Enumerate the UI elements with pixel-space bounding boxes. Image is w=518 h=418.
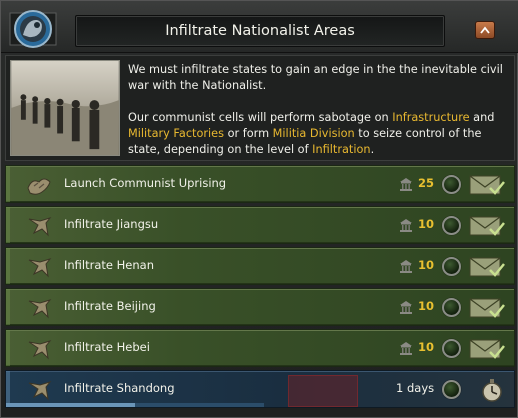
decision-label: Infiltrate Beijing [64, 299, 156, 313]
decision-label: Infiltrate Hebei [64, 340, 150, 354]
soldiers-photo [10, 60, 120, 156]
status-indicator [442, 298, 461, 317]
category-description: We must infiltrate states to gain an edg… [5, 55, 515, 161]
status-indicator [442, 380, 461, 399]
decision-row[interactable]: Infiltrate Jiangsu 10 [5, 206, 515, 244]
infrastructure-term: Infrastructure [392, 111, 470, 124]
stopwatch-icon[interactable] [468, 377, 506, 403]
decision-cost: 10 [418, 340, 435, 354]
infiltrate-icon [28, 217, 52, 237]
decision-row[interactable]: Launch Communist Uprising 25 [5, 165, 515, 203]
red-banner-overlay [288, 375, 358, 407]
political-power-icon [400, 219, 412, 232]
panel-title: Infiltrate Nationalist Areas [75, 15, 445, 47]
status-indicator [442, 257, 461, 276]
uprising-icon [27, 178, 51, 195]
panel-header: Infiltrate Nationalist Areas [1, 1, 518, 53]
decision-category-panel: Infiltrate Nationalist Areas We must inf… [0, 0, 518, 418]
political-power-icon [400, 260, 412, 273]
military-factories-term: Military Factories [128, 127, 224, 140]
envelope-check-icon[interactable] [468, 295, 506, 321]
status-indicator [442, 339, 461, 358]
decision-label: Infiltrate Jiangsu [64, 217, 159, 231]
chevron-up-icon [480, 26, 490, 34]
militia-division-term: Militia Division [272, 127, 355, 140]
decision-cost: 10 [418, 299, 435, 313]
envelope-check-icon[interactable] [468, 172, 506, 198]
envelope-check-icon[interactable] [468, 254, 506, 280]
progress-fill [6, 403, 135, 407]
infiltrate-icon [28, 340, 52, 360]
political-power-icon [400, 342, 412, 355]
progress-bar [6, 403, 264, 407]
decision-cost: 10 [418, 258, 435, 272]
status-indicator [442, 175, 461, 194]
infiltrate-icon [28, 381, 52, 401]
decision-label: Infiltrate Shandong [64, 381, 175, 395]
party-emblem-icon [7, 5, 59, 51]
decision-label: Infiltrate Henan [64, 258, 154, 272]
political-power-icon [400, 178, 412, 191]
description-intro: We must infiltrate states to gain an edg… [128, 63, 503, 92]
infiltrate-icon [28, 299, 52, 319]
decision-row[interactable]: Infiltrate Beijing 10 [5, 288, 515, 326]
envelope-check-icon[interactable] [468, 213, 506, 239]
political-power-icon [400, 301, 412, 314]
envelope-check-icon[interactable] [468, 336, 506, 362]
collapse-button[interactable] [475, 21, 495, 39]
active-decision-row[interactable]: Infiltrate Shandong 1 days [5, 370, 515, 408]
infiltrate-icon [28, 258, 52, 278]
decision-label: Launch Communist Uprising [64, 176, 227, 190]
decision-row[interactable]: Infiltrate Hebei 10 [5, 329, 515, 367]
description-details: Our communist cells will perform sabotag… [128, 111, 495, 156]
infiltration-term: Infiltration [312, 143, 371, 156]
decision-cost: 25 [418, 176, 435, 190]
status-indicator [442, 216, 461, 235]
description-text: We must infiltrate states to gain an edg… [128, 62, 512, 174]
decision-row[interactable]: Infiltrate Henan 10 [5, 247, 515, 285]
remaining-time: 1 days [396, 381, 435, 395]
decision-cost: 10 [418, 217, 435, 231]
